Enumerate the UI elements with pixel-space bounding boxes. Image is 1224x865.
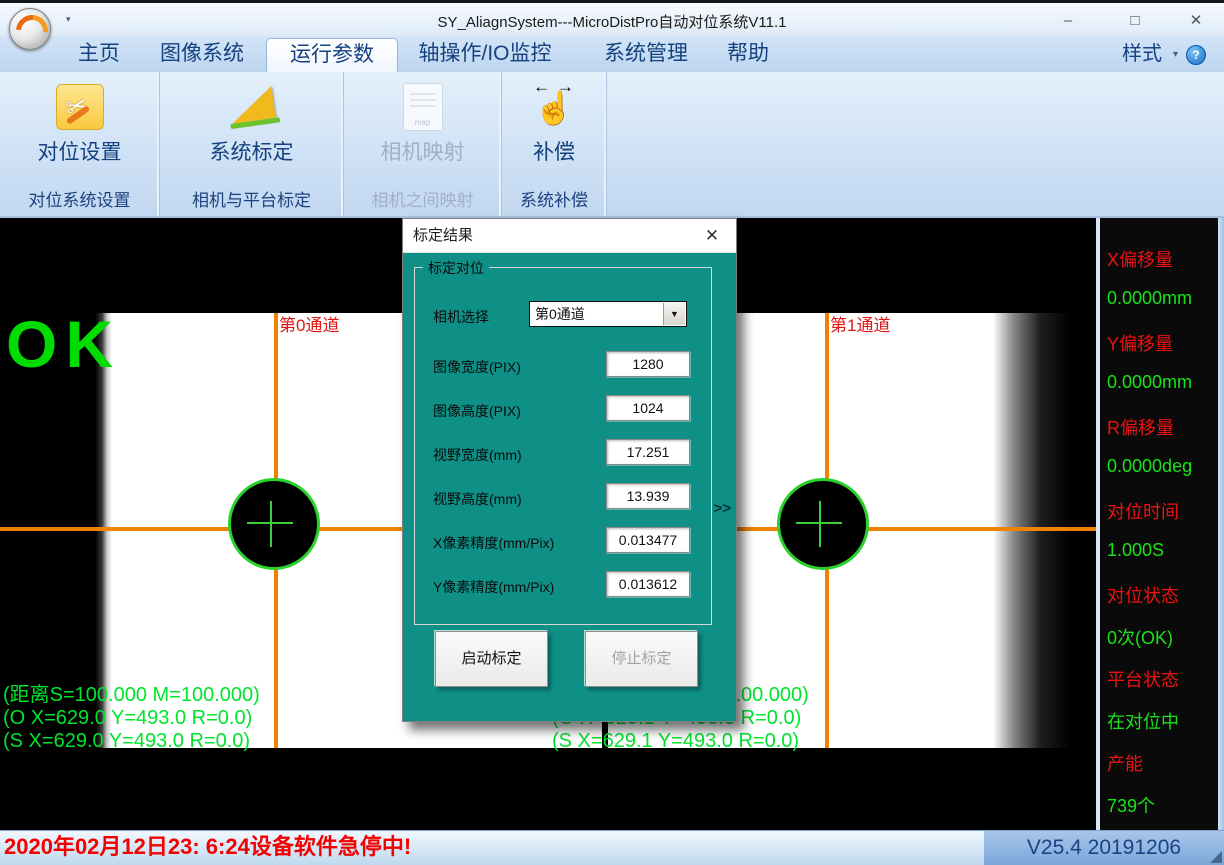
- combo-dropdown-icon[interactable]: ▼: [663, 303, 685, 325]
- ribbon-tab-bar: 主页 图像系统 运行参数 轴操作/IO监控 系统管理 帮助 样式 ▾ ?: [0, 36, 1224, 72]
- style-button[interactable]: 样式: [1122, 36, 1162, 72]
- status-value-y-offset: 0.0000mm: [1107, 372, 1192, 393]
- camera-select-label: 相机选择: [433, 307, 489, 327]
- camera-select-combobox[interactable]: 第0通道 ▼: [529, 301, 687, 327]
- status-value-stage-state: 在对位中: [1107, 708, 1179, 734]
- ribbon-group-compensation: ← → ☝ 补偿 系统补偿: [502, 72, 607, 216]
- image-height-field[interactable]: 1024: [606, 395, 690, 421]
- style-dropdown-icon[interactable]: ▾: [1173, 36, 1178, 72]
- title-bar: ▾ SY_AliagnSystem---MicroDistPro自动对位系统V1…: [0, 0, 1224, 36]
- dialog-title: 标定结果: [413, 219, 736, 252]
- minimize-button[interactable]: –: [1050, 8, 1086, 34]
- maximize-button[interactable]: □: [1117, 8, 1153, 34]
- channel1-label: 第1通道: [830, 311, 890, 336]
- y-pixel-precision-field[interactable]: 0.013612: [606, 571, 690, 597]
- align-settings-button[interactable]: ✂: [0, 80, 159, 134]
- status-message-area: 2020年02月12日23: 6:24设备软件急停中!: [0, 830, 984, 865]
- status-value-r-offset: 0.0000deg: [1107, 456, 1192, 477]
- window-right-edge: [1218, 218, 1224, 830]
- fov-width-label: 视野宽度(mm): [433, 445, 522, 465]
- expand-button[interactable]: >>: [713, 500, 731, 517]
- result-ok-text: OK: [6, 306, 121, 382]
- status-value-align-time: 1.000S: [1107, 540, 1164, 561]
- tab-system-management[interactable]: 系统管理: [592, 36, 700, 72]
- status-label-stage-state: 平台状态: [1107, 666, 1179, 692]
- image-width-field[interactable]: 1280: [606, 351, 690, 377]
- camera0-s-line: (S X=629.0 Y=493.0 R=0.0): [3, 730, 260, 753]
- camera1-target-marker: [777, 478, 869, 570]
- version-text: V25.4 20191206: [1027, 836, 1181, 859]
- status-value-capacity: 739个: [1107, 792, 1155, 818]
- map-file-icon: map: [403, 83, 443, 131]
- version-area: V25.4 20191206: [984, 830, 1224, 865]
- x-pixel-precision-label: X像素精度(mm/Pix): [433, 533, 554, 553]
- resize-grip[interactable]: [1210, 851, 1222, 863]
- camera-mapping-button: map: [344, 80, 501, 134]
- fov-height-label: 视野高度(mm): [433, 489, 522, 509]
- camera0-coordinates: (距离S=100.000 M=100.000) (O X=629.0 Y=493…: [3, 684, 260, 753]
- window-title: SY_AliagnSystem---MicroDistPro自动对位系统V11.…: [0, 11, 1224, 32]
- status-label-r-offset: R偏移量: [1107, 414, 1174, 440]
- system-calibration-button[interactable]: [160, 80, 343, 134]
- compensation-button[interactable]: ← → ☝: [502, 80, 606, 134]
- camera0-distance-line: (距离S=100.000 M=100.000): [3, 684, 260, 707]
- fov-height-field[interactable]: 13.939: [606, 483, 690, 509]
- status-label-x-offset: X偏移量: [1107, 246, 1173, 272]
- status-side-panel: X偏移量 0.0000mm Y偏移量 0.0000mm R偏移量 0.0000d…: [1100, 218, 1218, 830]
- status-message: 2020年02月12日23: 6:24设备软件急停中!: [4, 831, 984, 863]
- ribbon: ✂ 对位设置 对位系统设置 系统标定 相机与平台标定 map: [0, 72, 1224, 218]
- calibration-result-dialog: 标定结果 ✕ 标定对位 相机选择 第0通道 ▼ 图像宽度(PIX) 1280 图…: [402, 218, 737, 722]
- stop-calibration-button[interactable]: 停止标定: [585, 631, 698, 687]
- ribbon-group-system-calibration: 系统标定 相机与平台标定: [160, 72, 344, 216]
- setsquare-icon: [225, 84, 278, 130]
- hand-icon: ☝: [526, 89, 582, 127]
- fov-width-field[interactable]: 17.251: [606, 439, 690, 465]
- x-pixel-precision-field[interactable]: 0.013477: [606, 527, 690, 553]
- group-caption-camera-stage-calibration: 相机与平台标定: [160, 186, 343, 211]
- map-file-text: map: [404, 118, 442, 127]
- camera-mapping-label: 相机映射: [344, 136, 501, 166]
- tools-icon: ✂: [56, 84, 104, 130]
- dialog-title-bar: 标定结果 ✕: [403, 219, 736, 253]
- app-window: ▾ SY_AliagnSystem---MicroDistPro自动对位系统V1…: [0, 0, 1224, 865]
- system-calibration-label[interactable]: 系统标定: [160, 136, 343, 166]
- image-height-label: 图像高度(PIX): [433, 401, 521, 421]
- ribbon-group-camera-mapping: map 相机映射 相机之间映射: [344, 72, 502, 216]
- status-label-align-state: 对位状态: [1107, 582, 1179, 608]
- ribbon-group-align-settings: ✂ 对位设置 对位系统设置: [0, 72, 160, 216]
- help-icon[interactable]: ?: [1186, 45, 1206, 65]
- camera1-s-line: (S X=629.1 Y=493.0 R=0.0): [552, 730, 809, 753]
- status-label-align-time: 对位时间: [1107, 498, 1179, 524]
- dialog-close-icon[interactable]: ✕: [700, 219, 724, 252]
- tab-run-parameters[interactable]: 运行参数: [266, 38, 398, 72]
- camera0-target-marker: [228, 478, 320, 570]
- groupbox-legend: 标定对位: [423, 258, 489, 278]
- channel0-label: 第0通道: [279, 311, 339, 336]
- close-button[interactable]: ✕: [1178, 8, 1214, 34]
- group-caption-camera-mapping: 相机之间映射: [344, 186, 501, 211]
- hand-pan-icon: ← → ☝: [526, 81, 582, 133]
- tab-image-system[interactable]: 图像系统: [140, 36, 264, 72]
- status-value-x-offset: 0.0000mm: [1107, 288, 1192, 309]
- align-settings-label[interactable]: 对位设置: [0, 136, 159, 166]
- tab-help[interactable]: 帮助: [714, 36, 782, 72]
- app-logo-icon[interactable]: [9, 8, 51, 50]
- start-calibration-button[interactable]: 启动标定: [435, 631, 548, 687]
- group-caption-align-system: 对位系统设置: [0, 186, 159, 211]
- status-bar: 2020年02月12日23: 6:24设备软件急停中! V25.4 201912…: [0, 830, 1224, 865]
- status-label-y-offset: Y偏移量: [1107, 330, 1173, 356]
- compensation-label[interactable]: 补偿: [502, 136, 606, 166]
- tab-axis-io-monitor[interactable]: 轴操作/IO监控: [400, 36, 570, 72]
- status-value-align-state: 0次(OK): [1107, 624, 1173, 650]
- camera0-o-line: (O X=629.0 Y=493.0 R=0.0): [3, 707, 260, 730]
- group-caption-system-compensation: 系统补偿: [502, 186, 606, 211]
- y-pixel-precision-label: Y像素精度(mm/Pix): [433, 577, 554, 597]
- status-label-capacity: 产能: [1107, 750, 1143, 776]
- tab-home[interactable]: 主页: [62, 36, 136, 72]
- image-width-label: 图像宽度(PIX): [433, 357, 521, 377]
